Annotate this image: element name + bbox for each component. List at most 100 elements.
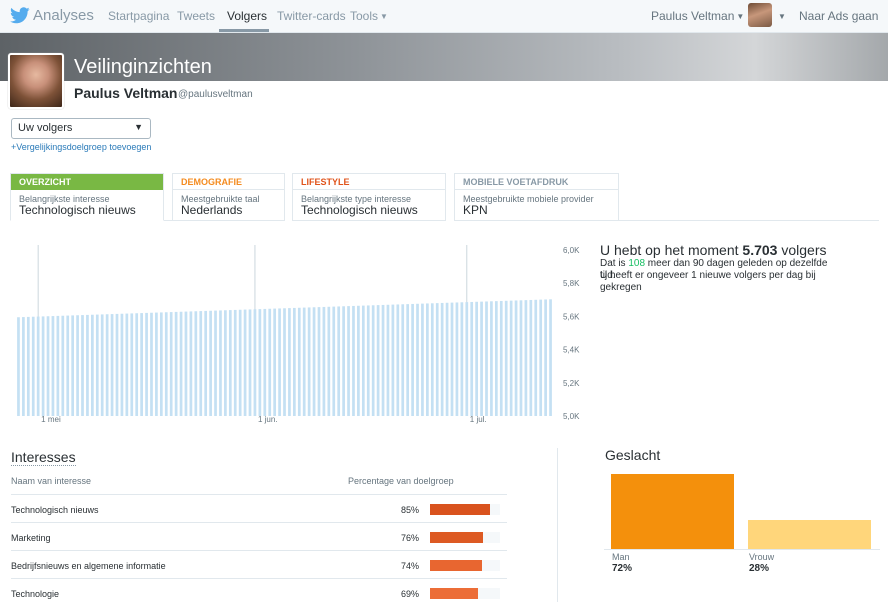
followers-bar [46,316,50,416]
followers-bar [219,310,222,416]
tab-overzicht[interactable]: OVERZICHT Belangrijkste interesse Techno… [10,173,164,221]
followers-bar [268,308,272,416]
avatar-chevron-down-icon[interactable]: ▼ [776,9,786,23]
tab-mobiele-voetafdruk[interactable]: MOBIELE VOETAFDRUK Meestgebruikte mobiel… [454,173,619,221]
followers-bar [184,311,188,416]
x-tick-label: 1 jul. [470,415,487,424]
audience-select[interactable]: Uw volgers ▼ [11,118,151,139]
followers-bar [307,307,311,416]
followers-bar [22,317,25,416]
interest-bar-track [430,504,500,515]
followers-bar [376,305,380,416]
followers-bar [342,306,345,416]
y-tick-label: 5,8K [563,279,580,288]
tab-mobiele-head: MOBIELE VOETAFDRUK [455,174,618,190]
growth-prefix: Dat is [600,258,629,269]
followers-bar [430,303,434,416]
followers-bar [278,308,281,416]
interest-name: Technologisch nieuws [11,505,99,515]
tab-demografie[interactable]: DEMOGRAFIE Meestgebruikte taal Nederland… [172,173,285,221]
interest-bar [430,588,479,599]
gender-bar-man [611,474,734,549]
followers-bar [455,302,459,416]
followers-chart: 1 mei 1 jun. 1 jul. 6,0K 5,8K 5,6K 5,4K 5,2K 5,0… [8,240,588,435]
followers-bar [51,316,55,416]
followers-bar [519,300,523,416]
followers-bar [337,306,341,416]
tab-lifestyle[interactable]: LIFESTYLE Belangrijkste type interesse T… [292,173,446,221]
followers-bar [421,303,424,416]
interest-pct: 85% [400,505,419,515]
followers-bar [155,312,158,416]
gender-bar-vrouw [748,519,871,549]
ads-link[interactable]: Naar Ads gaan [799,9,878,23]
followers-bar [435,303,439,416]
followers-bar [352,305,355,416]
followers-bar [189,311,193,416]
followers-bar [514,300,518,416]
followers-bar [125,313,129,416]
followers-bar [258,309,262,416]
interest-bar-track [430,532,500,543]
profile-avatar [8,53,64,109]
profile-handle: @paulusveltman [178,89,253,100]
followers-bar [297,307,301,416]
user-menu[interactable]: Paulus Veltman ▼ [651,9,744,23]
followers-bar [460,302,464,416]
followers-bar [509,300,513,416]
followers-bar [475,301,478,416]
followers-bar [179,311,183,416]
followers-bar [312,307,316,416]
followers-bar [361,305,365,416]
followers-bar [115,313,119,416]
x-tick-label: 1 jun. [258,415,278,424]
followers-bar [470,301,474,416]
followers-bar [120,313,124,416]
analytics-home-link[interactable]: Analyses [10,7,94,24]
followers-bar [204,310,208,416]
nav-tools[interactable]: Tools ▼ [350,9,388,23]
interest-name: Technologie [11,589,60,599]
followers-bar [401,304,405,416]
interests-title: Interesses [11,449,76,466]
add-comparison-audience-link[interactable]: +Vergelijkingsdoelgroep toevoegen [11,142,151,152]
followers-bar [66,315,70,416]
followers-per-day-line: U heeft er ongeveer 1 nieuwe volgers per… [600,270,816,293]
followers-bar [174,311,178,416]
followers-bar [100,314,104,416]
followers-bar [524,300,528,416]
interest-row: Technologisch nieuws 85% [11,494,507,522]
interests-col-name: Naam van interesse [11,476,92,486]
account-avatar[interactable] [748,3,772,27]
followers-bar [194,311,198,416]
y-tick-label: 5,4K [563,346,580,355]
tab-demografie-value: Nederlands [181,203,243,217]
interest-name: Bedrijfsnieuws en algemene informatie [11,561,166,571]
followers-bar [263,308,267,416]
nav-volgers[interactable]: Volgers [227,9,267,23]
interest-row: Marketing 76% [11,522,507,550]
nav-twitter-cards[interactable]: Twitter-cards [277,9,346,23]
nav-startpagina[interactable]: Startpagina [108,9,169,23]
interest-bar [430,532,484,543]
followers-bar [199,311,203,416]
active-nav-indicator [219,29,269,32]
followers-bar [91,314,94,416]
followers-bar [253,309,257,416]
interest-pct: 69% [400,589,419,599]
followers-bar [549,299,552,416]
section-divider [557,448,558,602]
followers-bar [288,308,291,416]
tabs-baseline-gap [164,220,172,221]
followers-bar [169,312,173,416]
tab-lifestyle-sub: Belangrijkste type interesse [301,194,412,204]
followers-bar [105,314,109,416]
nav-tweets[interactable]: Tweets [177,9,215,23]
growth-number: 108 [628,258,646,269]
followers-bar [233,309,237,416]
followers-bar [71,315,75,416]
followers-summary-suffix: volgers [777,242,827,258]
followers-bar [347,306,350,416]
gender-label-vrouw: Vrouw [749,552,775,562]
chevron-down-icon: ▼ [380,12,388,21]
